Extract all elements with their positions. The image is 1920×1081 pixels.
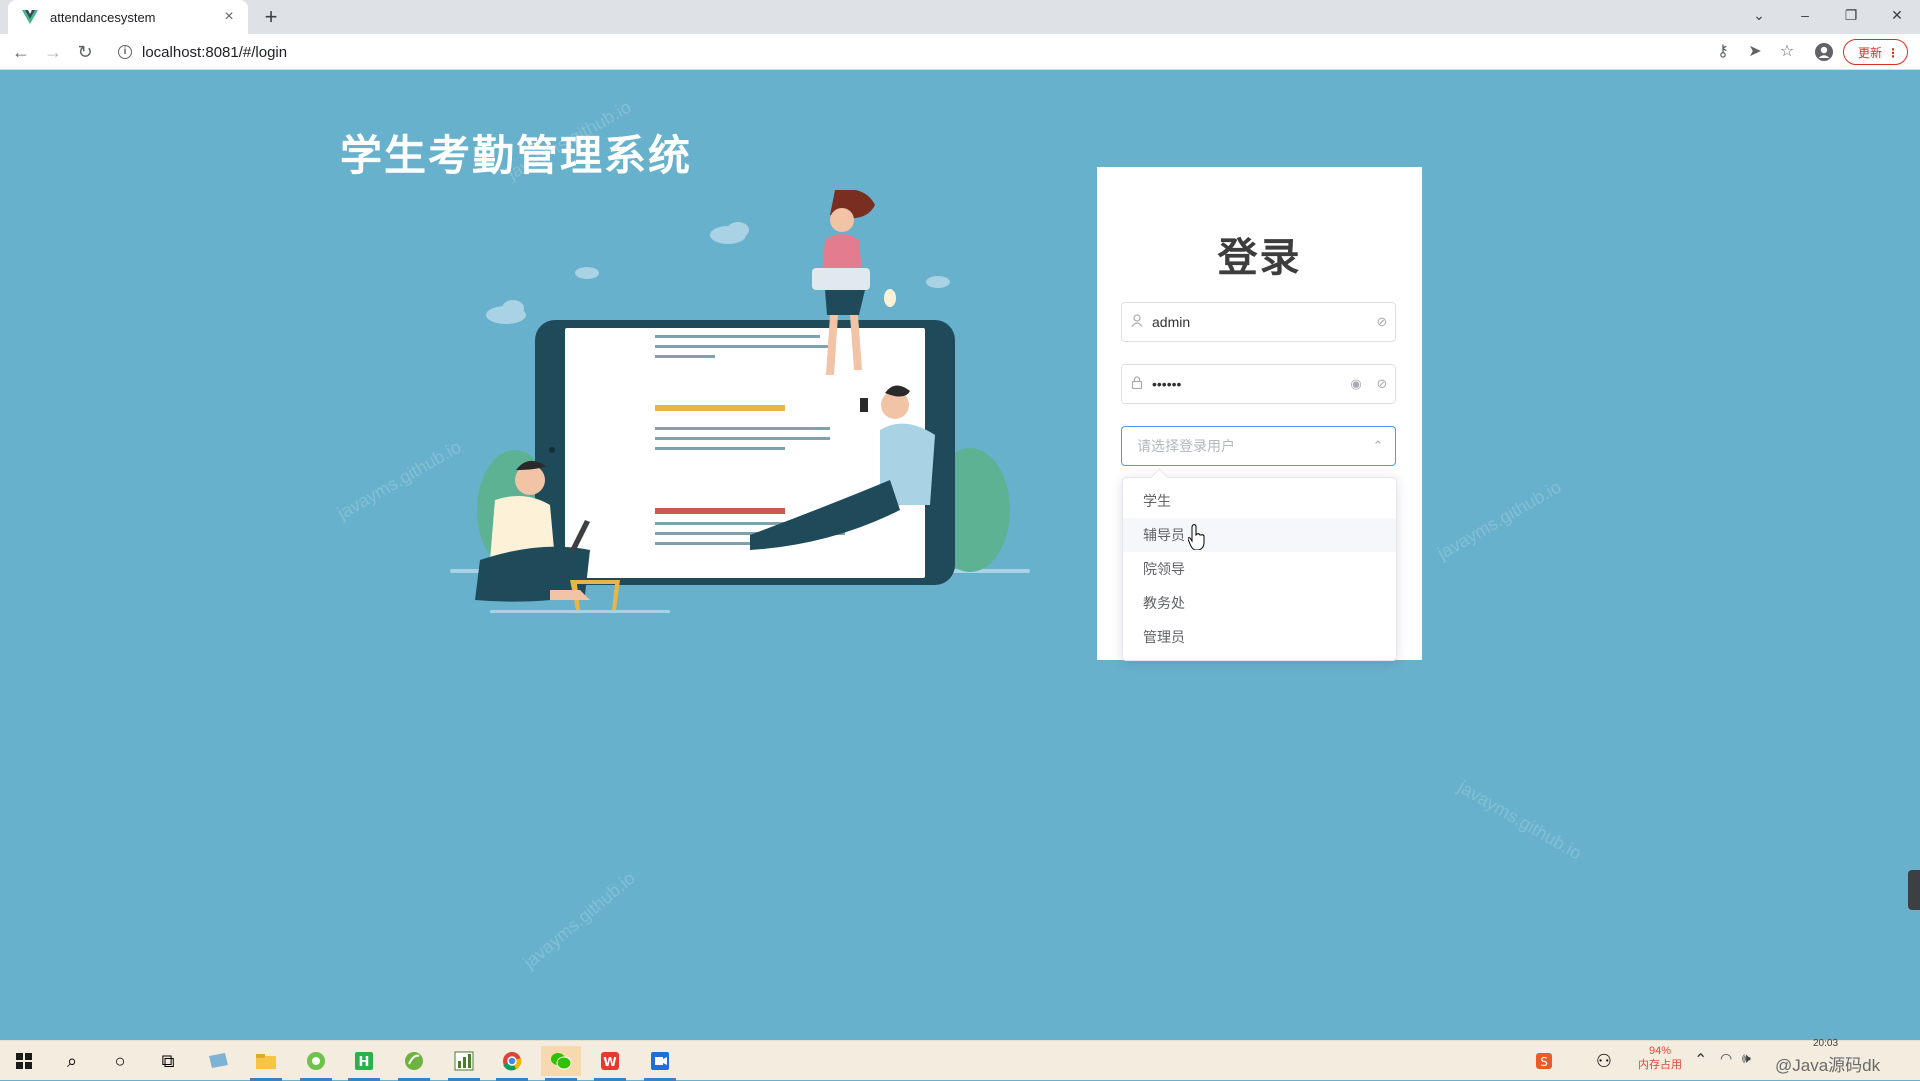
svg-text:H: H xyxy=(359,1055,370,1070)
app-icon-notepad[interactable] xyxy=(198,1046,238,1076)
check-circle-icon: ⊘ xyxy=(1376,376,1388,391)
new-tab-icon[interactable]: + xyxy=(258,4,284,30)
address-bar[interactable]: i localhost:8081/#/login xyxy=(108,38,1898,66)
role-option-student[interactable]: 学生 xyxy=(1123,484,1396,518)
bookmark-star-icon[interactable]: ☆ xyxy=(1775,40,1799,64)
watermark-text: javayms.github.io xyxy=(1434,476,1565,564)
minimize-icon[interactable]: – xyxy=(1782,0,1828,30)
svg-text:S: S xyxy=(1540,1055,1548,1069)
role-option-academic-affairs[interactable]: 教务处 xyxy=(1123,586,1396,620)
search-icon[interactable]: ⌕ xyxy=(52,1046,92,1076)
wps-icon[interactable]: W xyxy=(590,1046,630,1081)
role-dropdown-menu: 学生 辅导员 院领导 教务处 管理员 xyxy=(1122,468,1397,661)
key-icon[interactable]: ⚷ xyxy=(1711,40,1735,64)
profile-icon[interactable] xyxy=(1812,40,1836,64)
cortana-icon[interactable]: ○ xyxy=(100,1046,140,1076)
login-heading: 登录 xyxy=(1217,236,1302,280)
show-password-eye-icon[interactable]: ◉ xyxy=(1343,376,1369,392)
role-option-admin[interactable]: 管理员 xyxy=(1123,620,1396,654)
watermark-text: javayms.github.io xyxy=(519,867,639,973)
url-text: localhost:8081/#/login xyxy=(142,43,288,61)
chrome-icon[interactable] xyxy=(492,1046,532,1081)
meeting-app-icon[interactable] xyxy=(640,1046,680,1081)
side-panel-handle[interactable] xyxy=(1908,870,1920,910)
app-icon-green[interactable] xyxy=(296,1046,336,1081)
tab-title: attendancesystem xyxy=(50,9,156,25)
windows-taskbar: ⌕ ○ ⧉ H W S ⚇ 94% 内存占用 ⌃ ◠ 🕪 20:03 @Java… xyxy=(0,1038,1920,1081)
browser-tab-strip: attendancesystem × + ⌄ – ❐ ✕ xyxy=(0,0,1920,34)
corner-watermark-text: @Java源码dk xyxy=(1775,1056,1881,1075)
chart-app-icon[interactable] xyxy=(444,1046,484,1081)
sogou-input-icon[interactable]: S xyxy=(1524,1046,1564,1076)
lock-icon xyxy=(1122,376,1152,392)
back-icon[interactable]: ← xyxy=(9,40,33,64)
chevron-up-tray-icon[interactable]: ⌃ xyxy=(1694,1050,1707,1070)
role-option-college-leader[interactable]: 院领导 xyxy=(1123,552,1396,586)
task-view-icon[interactable]: ⧉ xyxy=(148,1046,188,1076)
username-value: admin xyxy=(1152,314,1191,330)
role-select-placeholder: 请选择登录用户 xyxy=(1137,438,1235,454)
user-icon xyxy=(1122,314,1152,330)
site-info-icon[interactable]: i xyxy=(118,45,132,59)
memory-label: 内存占用 xyxy=(1638,1059,1682,1071)
hand-cursor-icon xyxy=(1187,524,1206,551)
close-window-icon[interactable]: ✕ xyxy=(1874,0,1920,30)
memory-percent: 94% xyxy=(1648,1045,1672,1057)
browser-toolbar: ← → ↻ i localhost:8081/#/login ⚷ ➤ ☆ 更新 … xyxy=(0,34,1920,70)
network-icon[interactable]: ◠ xyxy=(1720,1050,1732,1067)
file-explorer-icon[interactable] xyxy=(246,1046,286,1081)
volume-icon[interactable]: 🕪 xyxy=(1742,1050,1751,1067)
restore-icon[interactable]: ❐ xyxy=(1828,0,1874,30)
watermark-text: javayms.github.io xyxy=(1454,776,1586,864)
update-button[interactable]: 更新 ⋮ xyxy=(1843,39,1908,65)
password-field[interactable]: •••••• ◉ ⊘ xyxy=(1121,364,1396,404)
chevron-up-icon[interactable]: ⌃ xyxy=(1361,438,1395,454)
forward-icon[interactable]: → xyxy=(41,40,65,64)
reload-icon[interactable]: ↻ xyxy=(73,40,97,64)
wechat-icon[interactable] xyxy=(541,1046,581,1081)
login-illustration xyxy=(440,189,1040,620)
role-option-counselor[interactable]: 辅导员 xyxy=(1123,518,1396,552)
send-icon[interactable]: ➤ xyxy=(1743,40,1767,64)
username-field[interactable]: admin ⊘ xyxy=(1121,302,1396,342)
password-value: •••••• xyxy=(1152,376,1182,392)
hbuilder-icon[interactable]: H xyxy=(344,1046,384,1081)
update-label: 更新 xyxy=(1858,46,1883,60)
vue-logo-icon xyxy=(22,8,40,26)
check-circle-icon: ⊘ xyxy=(1376,314,1388,329)
more-menu-icon: ⋮ xyxy=(1887,46,1899,60)
spring-tool-icon[interactable] xyxy=(394,1046,434,1081)
close-tab-icon[interactable]: × xyxy=(220,8,238,26)
windows-start-icon[interactable] xyxy=(4,1046,44,1076)
browser-tab[interactable]: attendancesystem × xyxy=(8,0,248,34)
clock-text: 20:03 xyxy=(1813,1038,1839,1049)
role-select[interactable]: 请选择登录用户 ⌃ xyxy=(1121,426,1396,466)
tab-search-icon[interactable]: ⌄ xyxy=(1736,0,1782,30)
people-icon[interactable]: ⚇ xyxy=(1584,1046,1624,1076)
svg-text:W: W xyxy=(603,1055,616,1069)
